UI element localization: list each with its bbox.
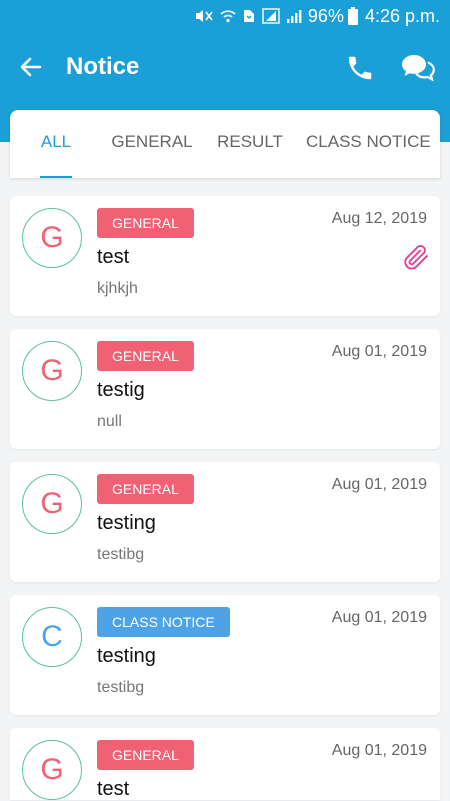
notice-title: testing — [97, 645, 156, 667]
avatar: G — [22, 208, 82, 268]
tab-all[interactable]: ALL — [40, 110, 72, 178]
notice-card[interactable]: C CLASS NOTICE Aug 01, 2019 testing test… — [10, 595, 440, 715]
wifi-icon — [220, 8, 236, 24]
tab-class-notice[interactable]: CLASS NOTICE — [306, 110, 431, 178]
signal-icon — [286, 8, 302, 24]
notice-date: Aug 01, 2019 — [331, 343, 427, 360]
notice-date: Aug 12, 2019 — [331, 210, 427, 227]
notice-subtitle: null — [97, 413, 122, 430]
page-title: Notice — [66, 53, 140, 80]
tab-result[interactable]: RESULT — [215, 110, 285, 178]
avatar: C — [22, 607, 82, 667]
notice-card[interactable]: G GENERAL Aug 01, 2019 test — [10, 728, 440, 800]
tab-bar: ALL GENERAL RESULT CLASS NOTICE — [10, 110, 440, 178]
sim-signal-icon — [262, 8, 280, 24]
notice-title: test — [97, 246, 130, 268]
avatar: G — [22, 474, 82, 534]
notice-card[interactable]: G GENERAL Aug 01, 2019 testing testibg — [10, 462, 440, 582]
notice-subtitle: testibg — [97, 679, 145, 696]
mute-icon — [194, 8, 214, 24]
notice-date: Aug 01, 2019 — [331, 609, 427, 626]
battery-percent: 96% — [307, 5, 344, 26]
battery-icon — [347, 7, 358, 25]
avatar: G — [22, 740, 82, 800]
notice-title: testing — [97, 512, 156, 534]
notice-subtitle: testibg — [97, 546, 145, 563]
back-arrow-icon[interactable] — [16, 52, 46, 82]
phone-icon[interactable] — [340, 48, 380, 88]
clock: 4:26 p.m. — [364, 5, 440, 26]
active-tab-indicator — [40, 176, 72, 178]
tab-general[interactable]: GENERAL — [110, 110, 194, 178]
status-icons — [194, 8, 302, 24]
chat-icon[interactable] — [398, 48, 438, 88]
notice-card[interactable]: G GENERAL Aug 01, 2019 testig null — [10, 329, 440, 449]
notice-date: Aug 01, 2019 — [331, 742, 427, 759]
notice-title: testig — [97, 379, 145, 401]
category-badge: GENERAL — [97, 341, 194, 371]
attachment-icon[interactable] — [402, 242, 430, 272]
notice-subtitle: kjhkjh — [97, 280, 138, 297]
notice-card[interactable]: G GENERAL Aug 12, 2019 test kjhkjh — [10, 196, 440, 316]
category-badge: GENERAL — [97, 740, 194, 770]
category-badge: CLASS NOTICE — [97, 607, 230, 637]
category-badge: GENERAL — [97, 208, 194, 238]
status-bar: 96% 4:26 p.m. — [0, 0, 450, 32]
category-badge: GENERAL — [97, 474, 194, 504]
avatar: G — [22, 341, 82, 401]
notice-title: test — [97, 778, 130, 800]
data-icon — [242, 8, 256, 24]
notice-date: Aug 01, 2019 — [331, 476, 427, 493]
